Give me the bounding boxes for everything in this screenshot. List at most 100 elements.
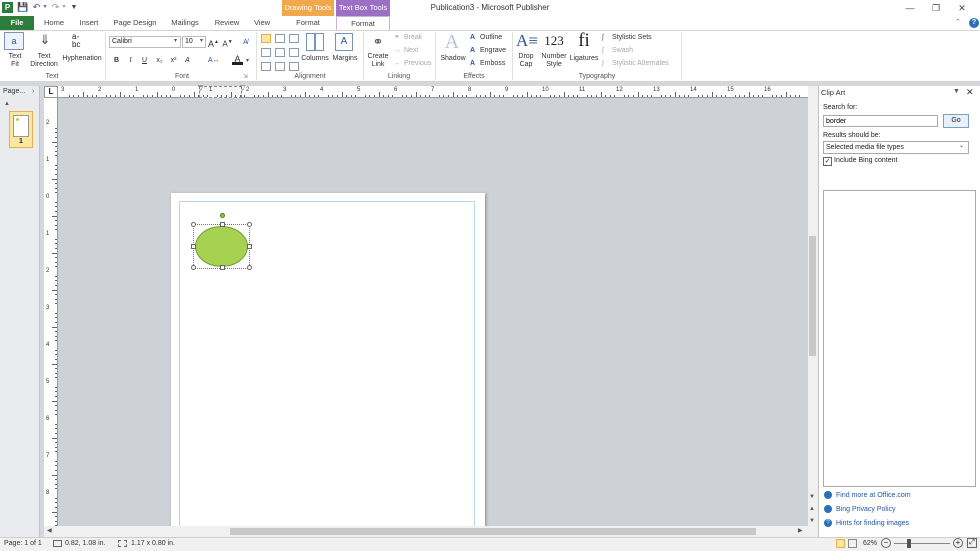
tab-home[interactable]: Home <box>40 16 68 30</box>
grow-font-icon[interactable]: A▲ <box>208 37 219 49</box>
font-size-dropdown-icon[interactable]: ▾ <box>200 37 203 44</box>
align-top-right-icon[interactable] <box>289 34 299 43</box>
columns-button[interactable]: Columns <box>300 55 330 63</box>
page-thumbnail[interactable]: 1 <box>9 111 33 148</box>
font-name-select[interactable]: Calibri <box>109 36 181 48</box>
hyphenation-button[interactable]: Hyphenation <box>60 55 104 63</box>
align-middle-center-icon[interactable] <box>275 48 285 57</box>
close-pane-icon[interactable]: ✕ <box>966 87 974 98</box>
align-middle-right-icon[interactable] <box>289 48 299 57</box>
align-bottom-right-icon[interactable] <box>289 62 299 71</box>
underline-button[interactable]: U <box>139 55 150 66</box>
clear-formatting-icon[interactable]: Ạ <box>182 55 193 66</box>
number-style-button[interactable]: Number Style <box>539 53 569 69</box>
resize-handle[interactable] <box>220 265 225 270</box>
zoom-slider-track[interactable] <box>894 543 950 544</box>
minimize-button[interactable]: — <box>900 2 920 14</box>
tab-selector-button[interactable]: L <box>44 86 58 98</box>
expand-pane-icon[interactable]: › <box>32 88 34 95</box>
tab-mailings[interactable]: Mailings <box>166 16 204 30</box>
shadow-button[interactable]: Shadow <box>438 55 468 63</box>
font-color-icon[interactable]: A <box>232 54 243 65</box>
align-bottom-center-icon[interactable] <box>275 62 285 71</box>
vertical-scrollbar[interactable]: ▼ ▲ ▼ <box>808 86 818 537</box>
right-indent-marker[interactable]: ▽ <box>240 84 245 92</box>
scroll-left-icon[interactable]: ◀ <box>47 527 52 534</box>
single-page-view-icon[interactable] <box>836 539 845 548</box>
align-top-left-icon[interactable] <box>261 34 271 43</box>
bing-privacy-link[interactable]: Bing Privacy Policy <box>836 506 896 513</box>
tab-file[interactable]: File <box>0 16 34 30</box>
previous-button[interactable]: Previous <box>404 59 431 69</box>
stylistic-alternates-button[interactable]: Stylistic Alternates <box>612 59 669 69</box>
media-type-dropdown-icon[interactable]: ⌄ <box>959 142 964 149</box>
zoom-in-icon[interactable]: + <box>953 538 963 548</box>
resize-handle[interactable] <box>247 222 252 227</box>
zoom-out-icon[interactable]: − <box>881 538 891 548</box>
margins-button[interactable]: Margins <box>330 55 360 63</box>
two-page-view-icon[interactable] <box>848 539 857 548</box>
resize-handle[interactable] <box>191 222 196 227</box>
font-name-dropdown-icon[interactable]: ▾ <box>174 37 177 44</box>
character-spacing-icon[interactable]: A↔ <box>208 55 220 66</box>
restore-button[interactable]: ❐ <box>926 2 946 14</box>
tab-view[interactable]: View <box>250 16 274 30</box>
page-status[interactable]: Page: 1 of 1 <box>4 540 42 547</box>
pane-options-icon[interactable]: ▼ <box>953 88 960 95</box>
create-link-button[interactable]: Create Link <box>364 53 392 69</box>
fit-page-icon[interactable]: ⤢ <box>967 538 977 548</box>
tab-page-design[interactable]: Page Design <box>110 16 160 30</box>
emboss-button[interactable]: Emboss <box>480 59 505 69</box>
strikethrough-icon[interactable]: x₂ <box>154 55 165 66</box>
swash-button[interactable]: Swash <box>612 46 633 56</box>
previous-page-icon[interactable]: ▲ <box>809 506 815 512</box>
tab-text-box-format[interactable]: Format <box>336 16 390 30</box>
text-fit-button[interactable]: Text Fit <box>2 53 28 69</box>
horizontal-scrollbar[interactable]: ◀ ▶ <box>44 526 808 537</box>
next-page-icon[interactable]: ▼ <box>809 518 815 524</box>
break-button[interactable]: Break <box>404 33 422 43</box>
scroll-right-icon[interactable]: ▶ <box>798 527 803 534</box>
drop-cap-button[interactable]: Drop Cap <box>514 53 538 69</box>
engrave-button[interactable]: Engrave <box>480 46 506 56</box>
publication-page[interactable] <box>171 193 485 526</box>
superscript-icon[interactable]: x² <box>168 55 179 66</box>
italic-button[interactable]: I <box>125 55 136 66</box>
next-button[interactable]: Next <box>404 46 418 56</box>
tab-insert[interactable]: Insert <box>74 16 104 30</box>
align-bottom-left-icon[interactable] <box>261 62 271 71</box>
resize-handle[interactable] <box>220 222 225 227</box>
collapse-ribbon-icon[interactable]: ⌃ <box>955 18 961 26</box>
tab-review[interactable]: Review <box>210 16 244 30</box>
zoom-level[interactable]: 62% <box>863 540 877 547</box>
resize-handle[interactable] <box>191 265 196 270</box>
first-line-indent-marker[interactable]: ▽ <box>198 84 203 92</box>
find-more-office-link[interactable]: Find more at Office.com <box>836 492 911 499</box>
scroll-down-icon[interactable]: ▼ <box>809 494 815 500</box>
align-top-center-icon[interactable] <box>275 34 285 43</box>
vertical-scroll-thumb[interactable] <box>809 236 816 356</box>
stylistic-sets-button[interactable]: Stylistic Sets <box>612 33 652 43</box>
help-icon[interactable]: ? <box>969 18 979 28</box>
publication-workspace[interactable] <box>58 98 808 526</box>
vertical-ruler[interactable]: 2 1 0 1 2 3 4 5 6 7 8 <box>44 98 58 528</box>
font-color-dropdown-icon[interactable]: ▾ <box>246 57 249 64</box>
tab-drawing-format[interactable]: Format <box>282 16 334 30</box>
collapse-triangle-icon[interactable]: ▲ <box>4 101 10 107</box>
close-button[interactable]: ✕ <box>952 2 972 14</box>
change-case-icon[interactable]: A̸ <box>240 37 251 48</box>
align-middle-left-icon[interactable] <box>261 48 271 57</box>
rotate-handle[interactable] <box>220 213 225 218</box>
font-dialog-launcher-icon[interactable]: ⇲ <box>243 73 248 80</box>
bold-button[interactable]: B <box>111 55 122 66</box>
resize-handle[interactable] <box>247 265 252 270</box>
shrink-font-icon[interactable]: A▼ <box>222 37 233 49</box>
horizontal-ruler[interactable]: ▽ ▽ 3 2 1 0 1 2 3 4 5 6 7 8 9 10 11 12 13 14 15 16 <box>58 84 808 98</box>
media-type-select[interactable]: Selected media file types <box>823 141 969 154</box>
clip-art-search-input[interactable] <box>823 115 938 127</box>
include-bing-checkbox[interactable]: ✓ <box>823 157 832 166</box>
hints-finding-images-link[interactable]: Hints for finding images <box>836 520 909 527</box>
go-button[interactable]: Go <box>943 114 969 128</box>
ligatures-button[interactable]: Ligatures <box>568 55 600 63</box>
horizontal-scroll-thumb[interactable] <box>230 528 756 535</box>
